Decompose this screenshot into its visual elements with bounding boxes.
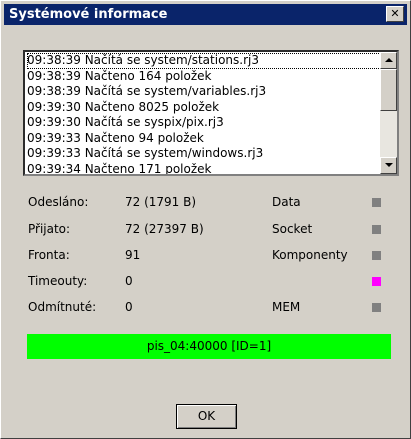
timeouts-value: 0 (125, 274, 133, 288)
rejected-label: Odmítnuté: (28, 300, 97, 314)
close-button[interactable]: ✕ (386, 6, 404, 22)
timeouts-label: Timeouty: (28, 274, 88, 288)
log-line[interactable]: 09:38:39 Načteno 164 položek (27, 69, 381, 85)
arrow-down-icon (385, 163, 393, 167)
indicator-mem-label: MEM (272, 300, 301, 314)
connection-status-bar: pis_04:40000 [ID=1] (27, 334, 391, 359)
received-value: 72 (27397 B) (125, 222, 204, 236)
log-lines: 09:38:39 Načítá se system/stations.rj3 0… (27, 53, 381, 175)
ok-button[interactable]: OK (176, 404, 237, 429)
close-icon: ✕ (390, 7, 400, 20)
rejected-value: 0 (125, 300, 133, 314)
log-line[interactable]: 09:39:30 Načteno 8025 položek (27, 100, 381, 116)
log-line[interactable]: 09:39:33 Načítá se system/windows.rj3 (27, 146, 381, 162)
log-scrollbar[interactable] (380, 52, 397, 174)
system-info-dialog: Systémové informace ✕ 09:38:39 Načítá se… (0, 0, 411, 439)
queue-label: Fronta: (28, 248, 70, 262)
scroll-thumb[interactable] (380, 69, 397, 111)
log-line[interactable]: 09:39:34 Načteno 171 položek (27, 162, 381, 175)
title-bar[interactable]: Systémové informace ✕ (4, 4, 407, 25)
log-listbox[interactable]: 09:38:39 Načítá se system/stations.rj3 0… (23, 50, 399, 176)
queue-value: 91 (125, 248, 141, 262)
scroll-down-button[interactable] (380, 157, 397, 174)
sent-value: 72 (1791 B) (125, 195, 197, 209)
indicator-data-light (372, 198, 381, 207)
indicator-components-label: Komponenty (272, 248, 348, 262)
dialog-title: Systémové informace (9, 7, 168, 22)
sent-label: Odesláno: (28, 195, 89, 209)
log-line[interactable]: 09:39:33 Načteno 94 položek (27, 131, 381, 147)
log-line[interactable]: 09:39:30 Načítá se syspix/pix.rj3 (27, 115, 381, 131)
received-label: Přijato: (28, 222, 71, 236)
connection-status-text: pis_04:40000 [ID=1] (146, 339, 272, 353)
indicator-socket-label: Socket (272, 222, 313, 236)
scroll-up-button[interactable] (380, 52, 397, 69)
indicator-mem-light (372, 303, 381, 312)
log-line[interactable]: 09:38:39 Načítá se system/stations.rj3 (27, 53, 381, 69)
ok-button-label: OK (197, 409, 216, 423)
arrow-up-icon (385, 58, 393, 62)
log-line[interactable]: 09:38:39 Načítá se system/variables.rj3 (27, 84, 381, 100)
indicator-socket-light (372, 225, 381, 234)
indicator-components-light (372, 251, 381, 260)
indicator-data-label: Data (272, 195, 301, 209)
indicator-timeout-light (372, 277, 381, 286)
